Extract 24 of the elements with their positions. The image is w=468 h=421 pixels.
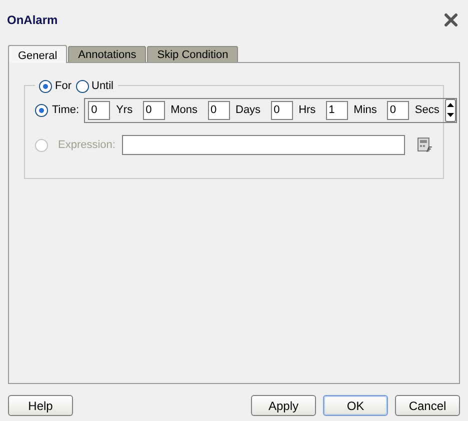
radio-label: For bbox=[55, 79, 72, 94]
number-field[interactable]: 0 bbox=[386, 101, 409, 120]
unit-label: Yrs bbox=[116, 103, 133, 118]
unit-label: Mons bbox=[170, 103, 198, 118]
unit-label: Days bbox=[236, 103, 261, 118]
tab[interactable]: Skip Condition bbox=[147, 46, 238, 62]
time-label: Time: bbox=[52, 103, 80, 118]
radio-label: Until bbox=[92, 79, 114, 94]
number-field[interactable]: 0 bbox=[142, 101, 165, 120]
number-field[interactable]: 0 bbox=[88, 101, 110, 120]
dialog-button[interactable]: Cancel bbox=[395, 395, 460, 416]
number-field[interactable]: 0 bbox=[208, 101, 230, 120]
number-field[interactable]: 0 bbox=[270, 101, 293, 120]
tab[interactable]: General bbox=[8, 45, 68, 63]
dialog-button[interactable]: OK bbox=[323, 395, 388, 416]
tab[interactable]: Annotations bbox=[68, 46, 146, 62]
expression-label: Expression: bbox=[58, 138, 116, 153]
unit-label: Mins bbox=[354, 103, 377, 118]
window-title: OnAlarm bbox=[7, 12, 58, 29]
dialog-button[interactable]: Apply bbox=[251, 395, 316, 416]
unit-label: Hrs bbox=[298, 103, 316, 118]
number-field[interactable]: 1 bbox=[326, 101, 348, 120]
dialog-button[interactable]: Help bbox=[8, 395, 73, 416]
unit-label: Secs bbox=[414, 103, 440, 118]
